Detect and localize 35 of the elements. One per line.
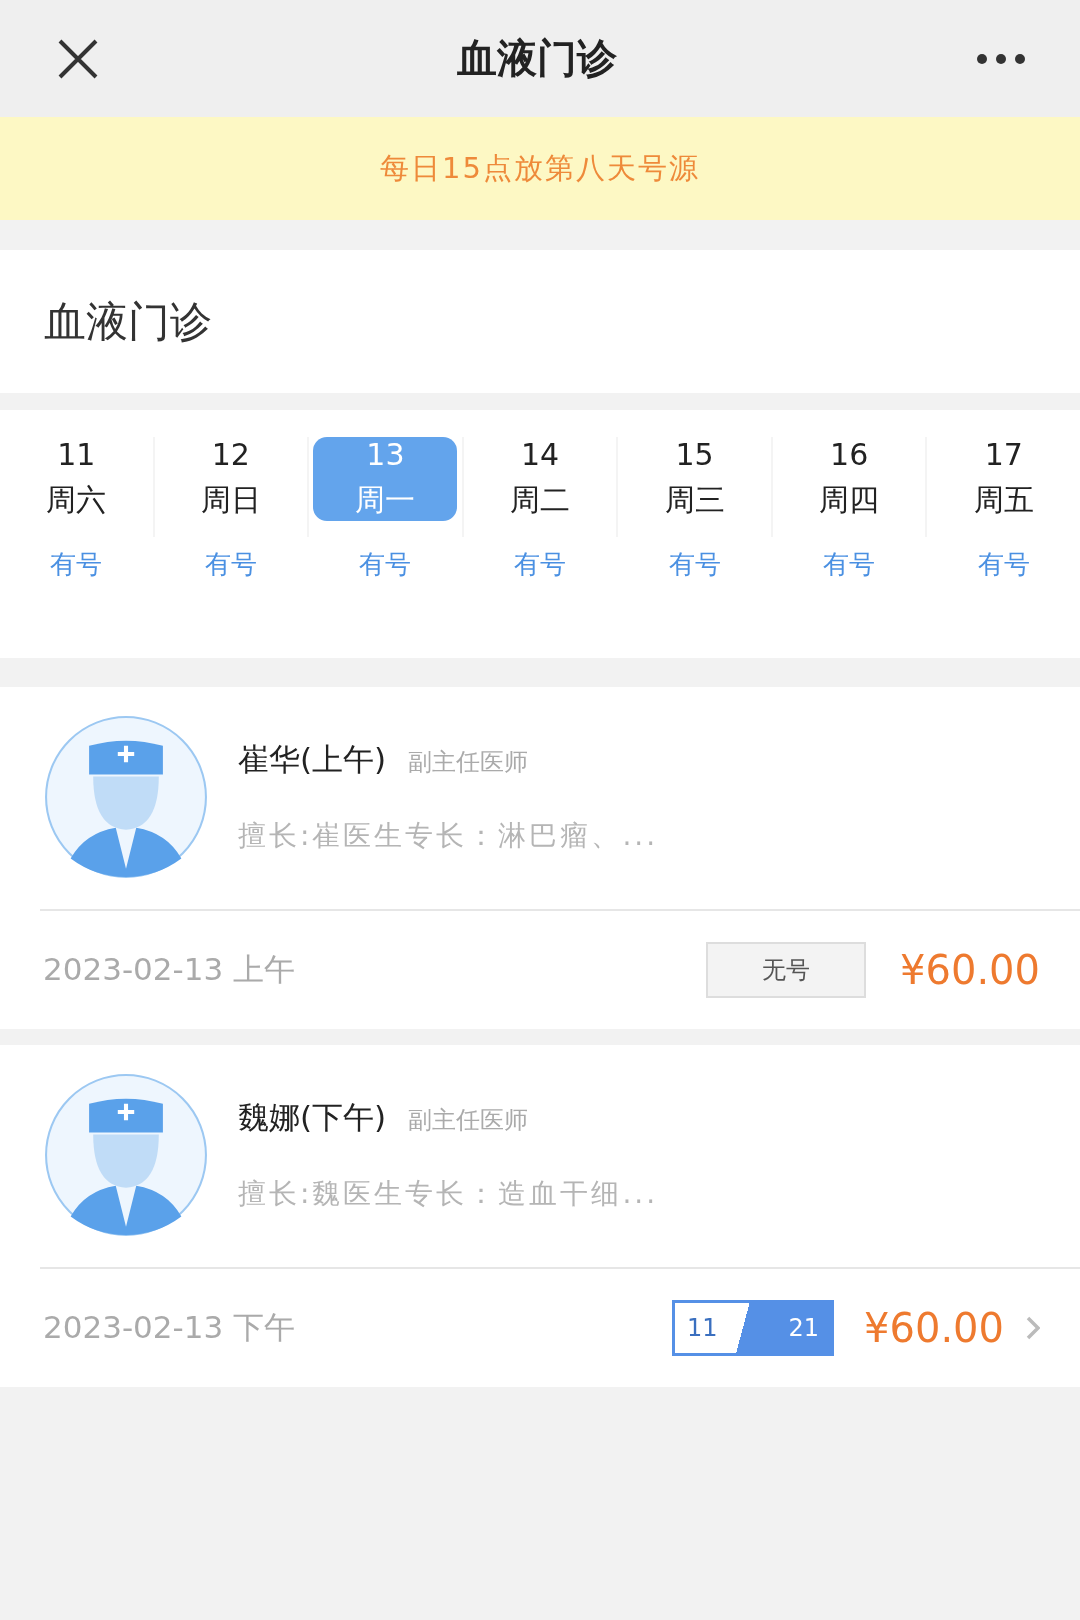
more-icon[interactable] xyxy=(976,52,1026,65)
date-tab[interactable]: 12 周日 xyxy=(158,437,303,521)
doctor-specialty: 擅长:魏医生专长：造血干细... xyxy=(238,1176,659,1212)
availability-label: 有号 xyxy=(204,548,257,581)
availability-label: 有号 xyxy=(668,548,721,581)
price: ¥60.00 xyxy=(864,1305,1004,1351)
date-tab[interactable]: 14 周二 xyxy=(468,437,612,521)
appointment-date: 2023-02-13 上午 xyxy=(43,950,296,989)
date-tab[interactable]: 15 周三 xyxy=(622,437,767,521)
availability-label: 有号 xyxy=(823,548,876,581)
page-title: 血液门诊 xyxy=(457,34,617,83)
doctor-avatar-icon xyxy=(44,715,208,879)
availability-label: 有号 xyxy=(514,548,566,581)
notice-text: 每日15点放第八天号源 xyxy=(380,149,700,187)
doctor-card[interactable]: 魏娜(下午) 副主任医师 擅长:魏医生专长：造血干细... 2023-02-13 下午 11 21 ¥60.00 xyxy=(0,1045,1080,1387)
doctor-title: 副主任医师 xyxy=(408,1105,529,1136)
price: ¥60.00 xyxy=(900,947,1040,993)
doctor-card[interactable]: 崔华(上午) 副主任医师 擅长:崔医生专长：淋巴瘤、... 2023-02-13 上午 无号 ¥60.00 xyxy=(0,687,1080,1029)
remaining-count: 11 xyxy=(687,1314,718,1342)
doctor-avatar-icon xyxy=(44,1073,208,1237)
doctor-name: 魏娜(下午) xyxy=(238,1098,387,1137)
availability-label: 有号 xyxy=(359,548,412,581)
total-count: 21 xyxy=(788,1314,820,1342)
date-tab[interactable]: 11 周六 xyxy=(4,437,149,521)
no-slot-badge: 无号 xyxy=(706,942,867,998)
close-icon[interactable] xyxy=(58,38,98,79)
availability-label: 有号 xyxy=(50,548,103,581)
department-name: 血液门诊 xyxy=(44,295,212,348)
doctor-name: 崔华(上午) xyxy=(238,740,387,779)
date-tab[interactable]: 16 周四 xyxy=(777,437,922,521)
date-tab[interactable]: 17 周五 xyxy=(931,437,1076,521)
appointment-date: 2023-02-13 下午 xyxy=(43,1308,296,1347)
doctor-specialty: 擅长:崔医生专长：淋巴瘤、... xyxy=(238,818,659,854)
availability-label: 有号 xyxy=(977,548,1030,581)
doctor-title: 副主任医师 xyxy=(408,747,529,778)
